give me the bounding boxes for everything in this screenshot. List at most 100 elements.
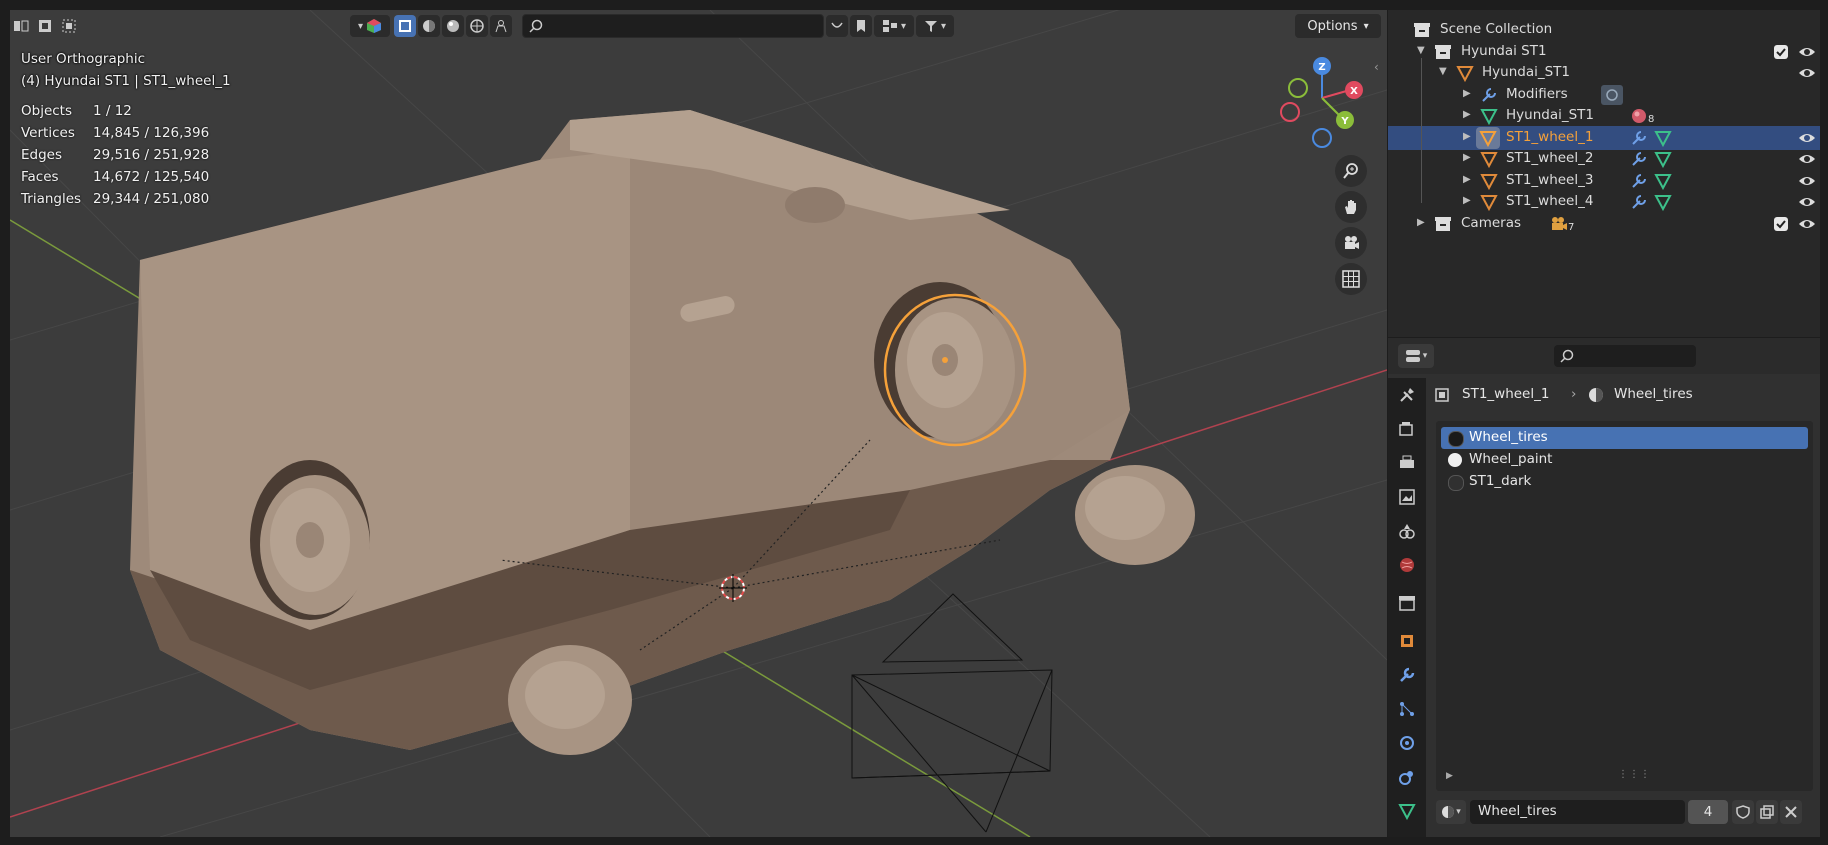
outliner-scene-collection[interactable]: Scene Collection [1388, 18, 1820, 42]
tab-render[interactable] [1394, 416, 1420, 442]
tab-physics[interactable] [1394, 730, 1420, 756]
tab-particles[interactable] [1394, 696, 1420, 722]
material-name-field[interactable]: Wheel_tires [1470, 800, 1685, 824]
material-user-count[interactable]: 4 [1688, 800, 1728, 824]
expand-triangle-icon[interactable]: ▼ [1439, 66, 1447, 77]
collection-box-icon [1414, 23, 1430, 37]
expand-triangle-icon[interactable]: ▼ [1417, 45, 1425, 56]
active-object-context: (4) Hyundai ST1 | ST1_wheel_1 [21, 73, 231, 89]
eye-icon[interactable] [1798, 64, 1816, 82]
expand-triangle-icon[interactable]: ▶ [1463, 131, 1471, 142]
camera-view-button[interactable] [1335, 227, 1367, 259]
visibility-dropdown[interactable]: ▾ [350, 15, 390, 37]
perspective-toggle-button[interactable] [1335, 263, 1367, 295]
unlink-material-button[interactable] [1780, 800, 1802, 824]
eye-icon[interactable] [1798, 129, 1816, 147]
tree-line [1421, 58, 1422, 203]
select-objects-icon[interactable] [394, 15, 416, 37]
blender-window: Z X Y ▾ ▾ ▾ Options ▾ User Orthographic … [0, 0, 1828, 845]
bookmark-icon[interactable] [850, 15, 872, 37]
resize-handle-icon[interactable]: ⋮⋮⋮ [1618, 769, 1651, 780]
tool-icon [1400, 388, 1414, 402]
expand-triangle-icon[interactable]: ▶ [1463, 152, 1471, 163]
duplicate-material-button[interactable] [1756, 800, 1778, 824]
mesh-object-icon [1479, 131, 1497, 147]
person-icon[interactable] [490, 15, 512, 37]
zoom-button[interactable] [1335, 155, 1367, 187]
expand-triangle-icon[interactable]: ▶ [1463, 195, 1471, 206]
search-icon [1560, 349, 1574, 363]
stat-label: Faces [21, 169, 59, 185]
close-icon [1785, 806, 1797, 818]
viewport-header: ▾ ▾ ▾ Options ▾ [10, 10, 1387, 40]
tab-world[interactable] [1394, 552, 1420, 578]
tab-collection[interactable] [1394, 590, 1420, 616]
material-slot-st1-dark[interactable]: ST1_dark [1441, 471, 1808, 493]
fake-user-button[interactable] [1732, 800, 1754, 824]
expand-triangle-icon[interactable]: ▶ [1446, 771, 1453, 781]
filter-dropdown[interactable]: ▾ [916, 15, 954, 37]
eye-icon[interactable] [1798, 172, 1816, 190]
select-extend-icon[interactable] [34, 15, 56, 37]
viewport-shading-icon[interactable] [418, 15, 440, 37]
eye-icon[interactable] [1798, 215, 1816, 233]
expand-triangle-icon[interactable]: ▶ [1463, 174, 1471, 185]
sidebar-toggle-icon[interactable]: ‹ [1374, 60, 1379, 74]
material-slot-wheel-paint[interactable]: Wheel_paint [1441, 449, 1808, 471]
properties-panel: ▾ ST1_wheel_1 › Wheel_tires Wheel_tires … [1388, 338, 1820, 837]
select-mode-icon[interactable] [10, 15, 32, 37]
viewport-search-input[interactable] [522, 14, 824, 38]
properties-search-input[interactable] [1554, 345, 1696, 367]
curve-icon[interactable] [826, 15, 848, 37]
tab-view-layer[interactable] [1394, 484, 1420, 510]
expand-triangle-icon[interactable]: ▶ [1463, 88, 1471, 99]
options-button[interactable]: Options ▾ [1295, 14, 1381, 38]
outliner-row-cameras[interactable]: ▶ Cameras 7 [1388, 212, 1820, 236]
outliner-row-wheel-2[interactable]: ▶ ST1_wheel_2 [1388, 147, 1820, 171]
gizmo-z-label: Z [1318, 62, 1325, 73]
eye-icon[interactable] [1798, 43, 1816, 61]
world-icon [1400, 558, 1414, 572]
modifier-badge-icon[interactable] [1601, 85, 1623, 105]
expand-triangle-icon[interactable]: ▶ [1417, 217, 1425, 228]
pan-button[interactable] [1335, 191, 1367, 223]
tab-output[interactable] [1394, 450, 1420, 476]
material-ball-icon [1448, 475, 1464, 491]
properties-editor-icon [1405, 350, 1420, 362]
outliner-row-mesh-data[interactable]: ▶ Hyundai_ST1 8 [1388, 104, 1820, 128]
rear-right-wheel [508, 645, 632, 755]
select-subtract-icon[interactable] [58, 15, 80, 37]
eye-icon[interactable] [1798, 193, 1816, 211]
proportional-editing-dropdown[interactable]: ▾ [874, 15, 914, 37]
exclude-checkbox[interactable] [1774, 217, 1788, 231]
tab-data[interactable] [1394, 798, 1420, 824]
material-slot-label: Wheel_tires [1469, 429, 1548, 445]
expand-triangle-icon[interactable]: ▶ [1463, 109, 1471, 120]
stat-value: 14,672 / 125,540 [93, 169, 210, 185]
material-preview-icon[interactable] [442, 15, 464, 37]
material-slot-list: Wheel_tires Wheel_paint ST1_dark ▶ ⋮⋮⋮ [1436, 421, 1813, 791]
outliner-panel: Scene Collection ▼ Hyundai ST1 ▼ Hyundai… [1388, 10, 1820, 337]
tab-modifiers[interactable] [1394, 662, 1420, 688]
constraints-icon [1399, 771, 1413, 785]
outliner-row-wheel-4[interactable]: ▶ ST1_wheel_4 [1388, 190, 1820, 214]
mesh-object-icon [1456, 66, 1474, 82]
printer-icon [1400, 455, 1414, 468]
navigation-gizmo[interactable]: Z X Y [1280, 57, 1363, 148]
tab-tool[interactable] [1394, 382, 1420, 408]
chevron-down-icon: ▾ [900, 20, 907, 32]
mesh-object-icon [1480, 195, 1498, 211]
wrench-icon [1632, 131, 1646, 145]
eye-icon[interactable] [1798, 150, 1816, 168]
object-icon [1435, 388, 1449, 402]
browse-material-button[interactable]: ▾ [1436, 800, 1466, 824]
3d-viewport[interactable]: Z X Y ▾ ▾ ▾ Options ▾ User Orthographic … [10, 10, 1387, 837]
render-preview-icon[interactable] [466, 15, 488, 37]
exclude-checkbox[interactable] [1774, 45, 1788, 59]
tab-scene[interactable] [1394, 518, 1420, 544]
outliner-row-object[interactable]: ▼ Hyundai_ST1 [1388, 61, 1820, 85]
editor-type-dropdown[interactable]: ▾ [1398, 344, 1434, 368]
material-slot-wheel-tires[interactable]: Wheel_tires [1441, 427, 1808, 449]
tab-object[interactable] [1394, 628, 1420, 654]
tab-constraints[interactable] [1394, 764, 1420, 790]
